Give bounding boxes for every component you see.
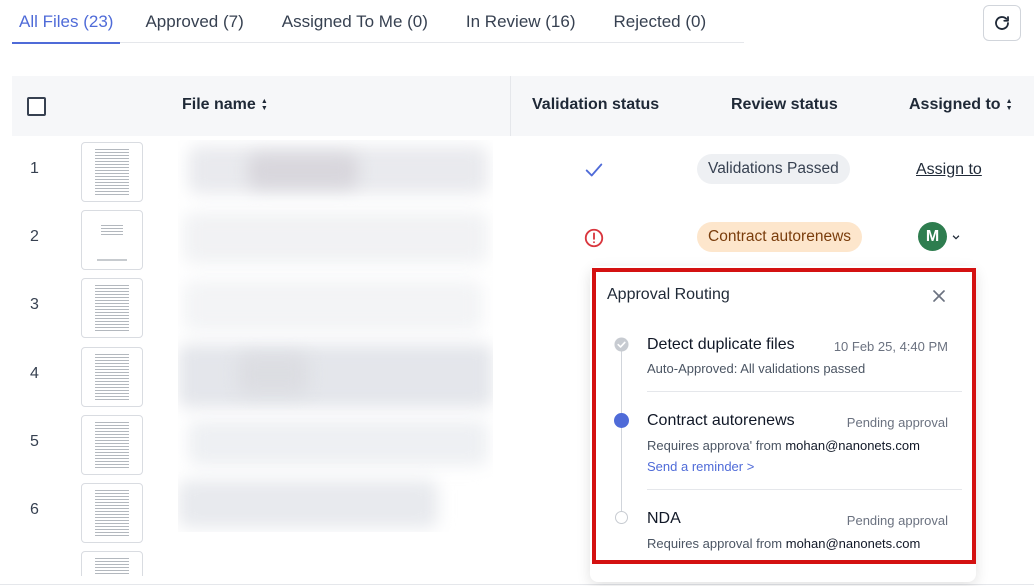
tab-assigned-to-me[interactable]: Assigned To Me (0) [275, 0, 435, 43]
step-status: Pending approval [846, 513, 948, 528]
step-description: Requires approva' from mohan@nanonets.co… [647, 438, 920, 453]
validation-status-header: Validation status [532, 96, 660, 113]
approver-email: mohan@nanonets.com [785, 536, 921, 551]
approval-routing-popover: Approval Routing Detect duplicate files … [592, 268, 976, 564]
table-bottom-border [0, 584, 1034, 585]
status-badge: Contract autorenews [697, 222, 863, 252]
select-all-checkbox[interactable] [27, 97, 46, 116]
tab-in-review[interactable]: In Review (16) [459, 0, 583, 43]
refresh-icon [995, 16, 1009, 30]
timeline-line [621, 348, 622, 516]
row-number: 3 [30, 296, 39, 313]
check-icon [585, 163, 603, 177]
row-number: 2 [30, 228, 39, 245]
status-tabs: All Files (23) Approved (7) Assigned To … [12, 0, 744, 44]
tab-all-files[interactable]: All Files (23) [12, 0, 121, 44]
step-divider [647, 391, 962, 392]
avatar: M [918, 222, 947, 251]
refresh-button[interactable] [983, 5, 1021, 41]
approver-email: mohan@nanonets.com [785, 438, 920, 453]
pending-step-dot-icon [615, 511, 628, 524]
tab-approved[interactable]: Approved (7) [138, 0, 250, 43]
row-number: 1 [30, 160, 39, 177]
file-name-header[interactable]: File name ▲ ▼ [182, 96, 268, 114]
step-timestamp: 10 Feb 25, 4:40 PM [833, 339, 948, 354]
file-thumbnail[interactable] [81, 347, 143, 407]
file-thumbnail[interactable] [81, 483, 143, 543]
file-thumbnail[interactable] [81, 415, 143, 475]
file-thumbnail[interactable] [81, 551, 143, 576]
chevron-down-icon [952, 234, 960, 240]
table-row[interactable]: 2 Contract autorenews M [12, 205, 1034, 273]
check-circle-icon [614, 337, 629, 352]
status-badge: Validations Passed [697, 154, 850, 184]
assignee-dropdown[interactable]: M [918, 222, 961, 251]
file-thumbnail[interactable] [81, 210, 143, 270]
step-description: Requires approval from mohan@nanonets.co… [647, 536, 921, 551]
alert-circle-icon [584, 228, 604, 248]
table-row[interactable]: 1 Validations Passed Assign to [12, 137, 1034, 205]
row-number: 4 [30, 365, 39, 382]
sort-icon: ▲ ▼ [260, 98, 268, 112]
assign-to-link[interactable]: Assign to [916, 161, 982, 179]
row-number: 6 [30, 501, 39, 518]
column-divider [510, 76, 511, 136]
current-step-dot-icon [614, 413, 629, 428]
file-thumbnail[interactable] [81, 142, 143, 202]
step-divider [647, 489, 962, 490]
step-title: Detect duplicate files [647, 336, 795, 353]
sort-icon: ▲ ▼ [1005, 98, 1013, 112]
file-thumbnail[interactable] [81, 278, 143, 338]
step-description: Auto-Approved: All validations passed [647, 361, 866, 376]
step-status: Pending approval [846, 415, 948, 430]
table-header: File name ▲ ▼ Validation status Review st… [12, 76, 1034, 136]
assigned-to-header[interactable]: Assigned to ▲ ▼ [909, 96, 1013, 114]
popover-title: Approval Routing [607, 286, 730, 303]
send-reminder-link[interactable]: Send a reminder > [647, 459, 754, 474]
step-title: Contract autorenews [647, 412, 795, 429]
close-icon[interactable] [929, 286, 949, 306]
row-number: 5 [30, 433, 39, 450]
review-status-header: Review status [731, 96, 838, 113]
tab-rejected[interactable]: Rejected (0) [607, 0, 714, 43]
step-title: NDA [647, 510, 681, 527]
